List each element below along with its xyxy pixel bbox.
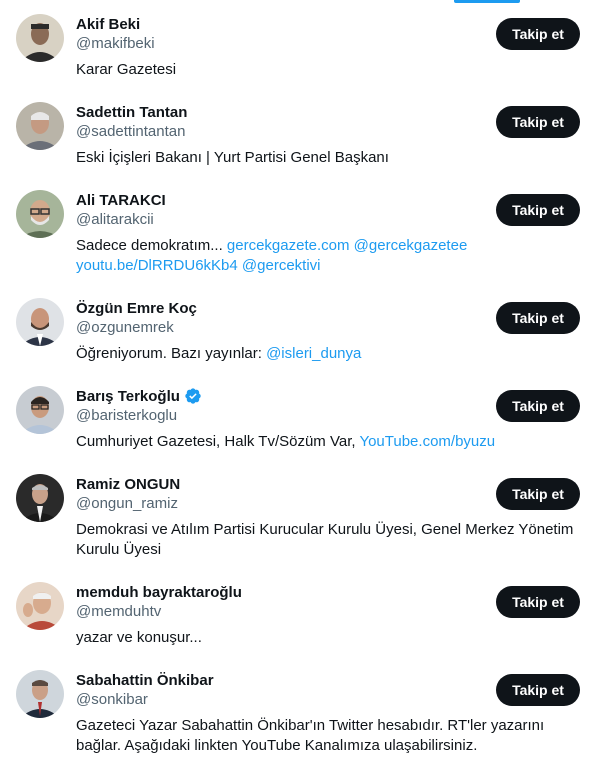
avatar[interactable] [16,386,64,434]
user-handle: @memduhtv [76,603,162,620]
follow-button[interactable]: Takip et [496,478,580,510]
follow-button[interactable]: Takip et [496,390,580,422]
user-cell-memduh-bayraktaroglu[interactable]: memduh bayraktaroğlu @memduhtv yazar ve … [0,568,592,656]
bio-text: Eski İçişleri Bakanı | Yurt Partisi Gene… [76,149,389,166]
user-name[interactable]: Ali TARAKCI [76,192,166,209]
bio-text: Sadece demokratım... [76,237,227,254]
user-name[interactable]: Barış Terkoğlu [76,388,180,405]
user-name[interactable]: Ramiz ONGUN [76,476,180,493]
avatar[interactable] [16,102,64,150]
user-name[interactable]: Akif Beki [76,16,140,33]
user-handle: @sonkibar [76,691,148,708]
avatar[interactable] [16,582,64,630]
bio-link[interactable]: @gercekgazetee [354,237,468,254]
follow-button[interactable]: Takip et [496,106,580,138]
follow-button[interactable]: Takip et [496,674,580,706]
user-handle: @makifbeki [76,35,155,52]
bio-text: Öğreniyorum. Bazı yayınlar: [76,345,267,362]
avatar[interactable] [16,190,64,238]
user-bio: Demokrasi ve Atılım Partisi Kurucular Ku… [76,520,576,560]
user-cell-ali-tarakci[interactable]: Ali TARAKCI @alitarakcii Sadece demokrat… [0,176,592,284]
bio-text: Demokrasi ve Atılım Partisi Kurucular Ku… [76,521,574,558]
bio-link[interactable]: youtu.be/DlRRDU6kKb4 [76,257,238,274]
user-cell-ramiz-ongun[interactable]: Ramiz ONGUN @ongun_ramiz Demokrasi ve At… [0,460,592,568]
user-bio: Karar Gazetesi [76,60,576,80]
user-cell-sadettin-tantan[interactable]: Sadettin Tantan @sadettintantan Eski İçi… [0,88,592,176]
follow-button[interactable]: Takip et [496,586,580,618]
avatar[interactable] [16,474,64,522]
user-bio: Eski İçişleri Bakanı | Yurt Partisi Gene… [76,148,576,168]
bio-text: Cumhuriyet Gazetesi, Halk Tv/Sözüm Var, [76,433,360,450]
bio-link[interactable]: @isleri_dunya [266,345,361,362]
user-cell-ozgun-emre-koc[interactable]: Özgün Emre Koç @ozgunemrek Öğreniyorum. … [0,284,592,372]
follow-button[interactable]: Takip et [496,302,580,334]
user-name[interactable]: memduh bayraktaroğlu [76,584,242,601]
user-handle: @baristerkoglu [76,407,178,424]
user-bio: yazar ve konuşur... [76,628,576,648]
bio-link[interactable]: YouTube.com/byuzu [359,433,495,450]
user-cell-akif-beki[interactable]: Akif Beki @makifbeki Karar Gazetesi Taki… [0,0,592,88]
follow-button[interactable]: Takip et [496,194,580,226]
follow-button[interactable]: Takip et [496,18,580,50]
bio-text: Karar Gazetesi [76,61,177,78]
user-name[interactable]: Sabahattin Önkibar [76,672,214,689]
user-name[interactable]: Özgün Emre Koç [76,300,197,317]
user-handle: @ozgunemrek [76,319,174,336]
user-bio: Cumhuriyet Gazetesi, Halk Tv/Sözüm Var, … [76,432,576,452]
avatar[interactable] [16,14,64,62]
user-name[interactable]: Sadettin Tantan [76,104,187,121]
bio-link[interactable]: @gercektivi [242,257,321,274]
bio-text: Gazeteci Yazar Sabahattin Önkibar'ın Twi… [76,717,545,754]
user-bio: Öğreniyorum. Bazı yayınlar: @isleri_duny… [76,344,576,364]
avatar[interactable] [16,298,64,346]
user-bio: Sadece demokratım... gercekgazete.com @g… [76,236,576,276]
bio-text: yazar ve konuşur... [76,629,202,646]
user-handle: @alitarakcii [76,211,154,228]
user-bio: Gazeteci Yazar Sabahattin Önkibar'ın Twi… [76,716,576,756]
user-cell-sabahattin-onkibar[interactable]: Sabahattin Önkibar @sonkibar Gazeteci Ya… [0,656,592,759]
avatar[interactable] [16,670,64,718]
bio-link[interactable]: gercekgazete.com [227,237,350,254]
verified-badge-icon [184,387,202,405]
user-handle: @ongun_ramiz [76,495,178,512]
user-cell-baris-terkoglu[interactable]: Barış Terkoğlu @baristerkoglu Cumhuriyet… [0,372,592,460]
user-handle: @sadettintantan [76,123,186,140]
